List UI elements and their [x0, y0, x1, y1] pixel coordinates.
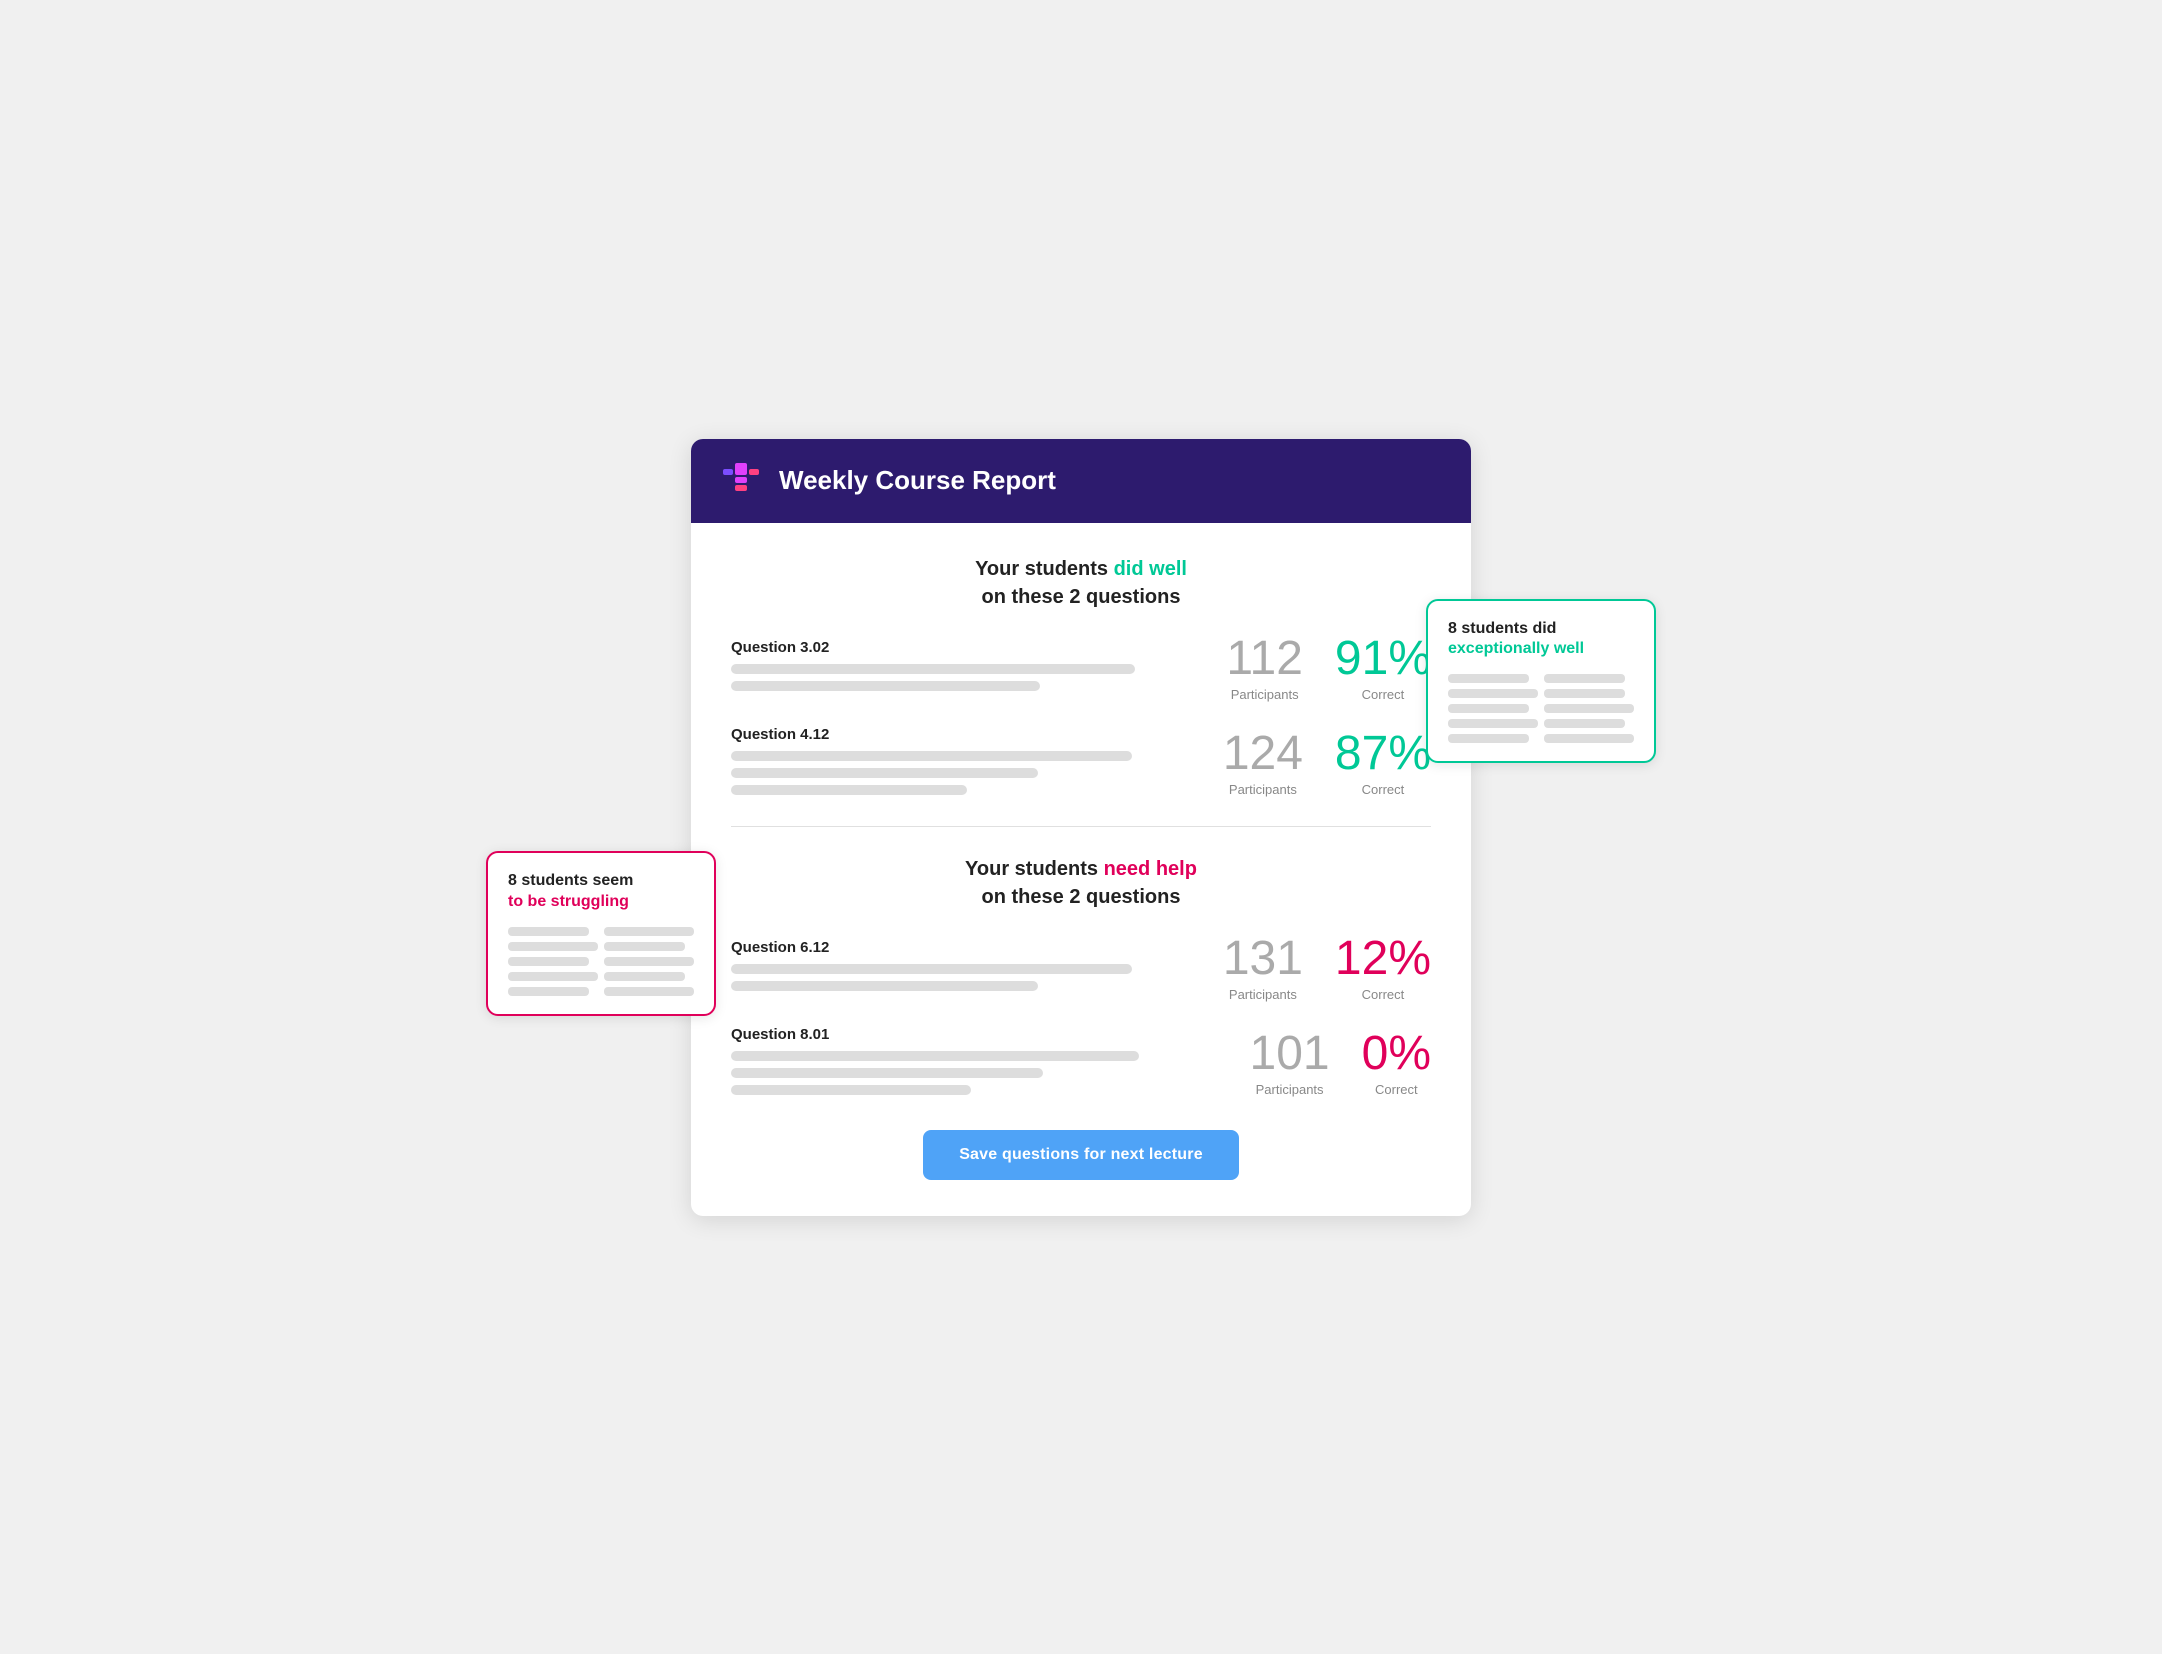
stat-label-participants-302: Participants: [1226, 687, 1303, 702]
skeleton-line: [604, 987, 694, 996]
stat-participants-612: 131 Participants: [1223, 935, 1303, 1002]
did-well-section-title: Your students did well on these 2 questi…: [731, 555, 1431, 611]
stat-number-correct-302: 91%: [1335, 635, 1431, 683]
skeleton-line: [731, 768, 1038, 778]
callout-well-skeletons: [1448, 674, 1634, 743]
stat-participants-412: 124 Participants: [1223, 730, 1303, 797]
stats-612: 131 Participants 12% Correct: [1223, 935, 1431, 1002]
skeleton-line: [731, 1051, 1139, 1061]
stat-label-participants-801: Participants: [1250, 1082, 1330, 1097]
stat-correct-302: 91% Correct: [1335, 635, 1431, 702]
stat-correct-801: 0% Correct: [1362, 1030, 1431, 1097]
stat-label-correct-412: Correct: [1335, 782, 1431, 797]
callout-struggling-card: 8 students seem to be struggling: [486, 851, 716, 1016]
skeleton-line: [1448, 674, 1529, 683]
stat-participants-801: 101 Participants: [1250, 1030, 1330, 1097]
skeleton-line: [1448, 719, 1538, 728]
stats-801: 101 Participants 0% Correct: [1231, 1030, 1431, 1097]
stat-label-participants-412: Participants: [1223, 782, 1303, 797]
skeleton-line: [604, 972, 685, 981]
question-row-612: Question 6.12 131 Participants 12% Corre…: [731, 935, 1431, 1002]
stat-label-correct-302: Correct: [1335, 687, 1431, 702]
question-label-612: Question 6.12: [731, 939, 1203, 956]
stat-number-participants-302: 112: [1226, 635, 1303, 683]
stat-number-correct-412: 87%: [1335, 730, 1431, 778]
skeleton-line: [604, 942, 685, 951]
question-label-302: Question 3.02: [731, 639, 1206, 656]
skeleton-line: [1544, 734, 1634, 743]
skeleton-line: [508, 942, 598, 951]
skeleton-line: [1544, 704, 1634, 713]
skeleton-line: [731, 1068, 1043, 1078]
header: Weekly Course Report: [691, 439, 1471, 523]
stat-number-correct-612: 12%: [1335, 935, 1431, 983]
callout-well-title: 8 students did exceptionally well: [1448, 619, 1634, 661]
skeleton-line: [731, 751, 1132, 761]
callout-well-card: 8 students did exceptionally well: [1426, 599, 1656, 764]
stat-label-participants-612: Participants: [1223, 987, 1303, 1002]
stat-correct-412: 87% Correct: [1335, 730, 1431, 797]
skeleton-line: [1448, 734, 1529, 743]
need-help-section-title: Your students need help on these 2 quest…: [731, 855, 1431, 911]
section-divider: [731, 826, 1431, 827]
stat-number-participants-412: 124: [1223, 730, 1303, 778]
save-button[interactable]: Save questions for next lecture: [923, 1130, 1239, 1180]
page-wrapper: 8 students did exceptionally well 8 stud…: [691, 439, 1471, 1216]
skeleton-line: [1448, 689, 1538, 698]
skeleton-line: [1544, 674, 1625, 683]
logo-icon: [719, 459, 763, 503]
callout-struggling-skeletons: [508, 927, 694, 996]
stat-correct-612: 12% Correct: [1335, 935, 1431, 1002]
skeleton-line: [1448, 704, 1529, 713]
skeleton-line: [731, 664, 1135, 674]
skeleton-line: [731, 981, 1038, 991]
callout-struggling-title: 8 students seem to be struggling: [508, 871, 694, 913]
question-row-302: Question 3.02 112 Participants 91% Corre…: [731, 635, 1431, 702]
question-info-412: Question 4.12: [731, 726, 1203, 802]
skeleton-line: [508, 957, 589, 966]
question-info-612: Question 6.12: [731, 939, 1203, 998]
question-label-412: Question 4.12: [731, 726, 1203, 743]
skeleton-line: [604, 927, 694, 936]
stat-number-correct-801: 0%: [1362, 1030, 1431, 1078]
skeleton-line: [604, 957, 694, 966]
skeleton-line: [508, 927, 589, 936]
skeleton-line: [731, 785, 967, 795]
question-info-801: Question 8.01: [731, 1026, 1211, 1102]
stats-302: 112 Participants 91% Correct: [1226, 635, 1431, 702]
stat-number-participants-801: 101: [1250, 1030, 1330, 1078]
question-label-801: Question 8.01: [731, 1026, 1211, 1043]
card-body: Your students did well on these 2 questi…: [691, 523, 1471, 1216]
skeleton-line: [1544, 689, 1625, 698]
question-row-412: Question 4.12 124 Participants 87% Corre…: [731, 726, 1431, 802]
header-title: Weekly Course Report: [779, 465, 1056, 496]
stat-participants-302: 112 Participants: [1226, 635, 1303, 702]
skeleton-line: [1544, 719, 1625, 728]
question-info-302: Question 3.02: [731, 639, 1206, 698]
skeleton-line: [731, 964, 1132, 974]
skeleton-line: [731, 1085, 971, 1095]
main-card: Weekly Course Report Your students did w…: [691, 439, 1471, 1216]
skeleton-line: [508, 972, 598, 981]
stat-label-correct-612: Correct: [1335, 987, 1431, 1002]
stat-number-participants-612: 131: [1223, 935, 1303, 983]
question-row-801: Question 8.01 101 Participants 0% Correc…: [731, 1026, 1431, 1102]
skeleton-line: [731, 681, 1040, 691]
stat-label-correct-801: Correct: [1362, 1082, 1431, 1097]
stats-412: 124 Participants 87% Correct: [1223, 730, 1431, 797]
skeleton-line: [508, 987, 589, 996]
